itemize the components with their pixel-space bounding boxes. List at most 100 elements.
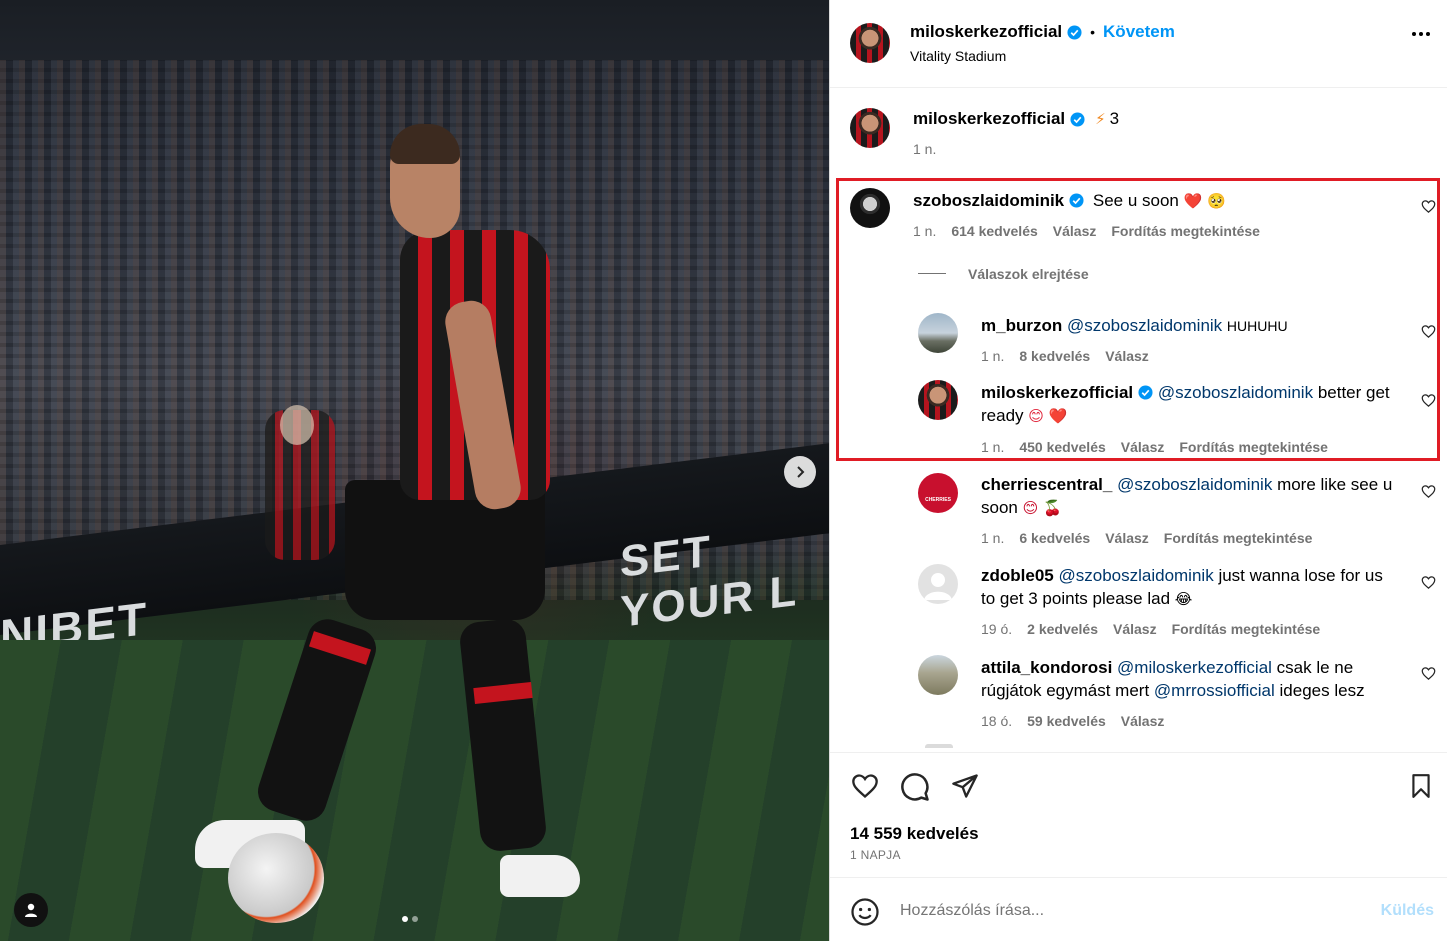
carousel-dot <box>412 916 418 922</box>
comment-avatar[interactable] <box>918 564 958 604</box>
likes-count[interactable]: 14 559 kedvelés <box>850 824 979 844</box>
background-player-head <box>280 405 314 445</box>
follow-status-button[interactable]: Követem <box>1103 22 1175 42</box>
reply-time[interactable]: 1 n. <box>981 439 1004 455</box>
comment-like-heart-icon[interactable] <box>1421 666 1436 681</box>
comment-input[interactable] <box>900 898 1340 924</box>
post-actions: 14 559 kedvelés 1 NAPJA <box>830 752 1447 876</box>
send-icon[interactable] <box>950 772 980 800</box>
post-sidebar: miloskerkezofficial • Követem Vitality S… <box>829 0 1447 941</box>
caption-time: 1 n. <box>913 141 937 157</box>
reply-button[interactable]: Válasz <box>1105 530 1149 546</box>
header-separator: • <box>1090 24 1096 40</box>
next-photo-button[interactable] <box>784 456 816 488</box>
default-avatar-icon <box>924 573 952 600</box>
send-comment-button[interactable]: Küldés <box>1381 902 1434 920</box>
comment-username[interactable]: cherriescentral_ <box>981 475 1112 494</box>
reply-username[interactable]: m_burzon <box>981 316 1062 335</box>
reply-button[interactable]: Válasz <box>1105 348 1149 364</box>
comment-body-line1: csak le ne <box>1276 658 1354 677</box>
next-comment-peek <box>925 744 953 748</box>
comment-username[interactable]: zdoble05 <box>981 566 1054 585</box>
caption-username[interactable]: miloskerkezofficial <box>913 109 1065 129</box>
comment-body-line2-pre: rúgjátok egymást mert <box>981 681 1150 700</box>
comment-meta: 1 n. 6 kedvelés Válasz Fordítás megtekin… <box>981 530 1312 546</box>
comment-avatar[interactable] <box>850 188 890 228</box>
comment-likes[interactable]: 2 kedvelés <box>1027 621 1098 637</box>
carousel-dot-active <box>402 916 408 922</box>
comment-meta: 1 n. 614 kedvelés Válasz Fordítás megtek… <box>913 223 1260 239</box>
comment-username[interactable]: szoboszlaidominik <box>913 191 1064 210</box>
chevron-right-icon <box>797 466 805 478</box>
comment-like-heart-icon[interactable] <box>1421 484 1436 499</box>
reply-button[interactable]: Válasz <box>1113 621 1157 637</box>
reply-avatar[interactable] <box>918 380 958 420</box>
reply-likes[interactable]: 450 kedvelés <box>1019 439 1105 455</box>
tagged-users-button[interactable] <box>14 893 48 927</box>
see-translation-button[interactable]: Fordítás megtekintése <box>1172 621 1321 637</box>
person-icon <box>25 903 37 917</box>
reply-likes[interactable]: 8 kedvelés <box>1019 348 1090 364</box>
more-options-button[interactable] <box>1412 32 1430 36</box>
mention-link[interactable]: @szoboszlaidominik <box>1117 475 1272 494</box>
comment-body-line2-post: ideges lesz <box>1279 681 1365 700</box>
comment-szoboszlai: szoboszlaidominik See u soon ❤️ 🥺 <box>913 189 1226 213</box>
reply-avatar[interactable] <box>918 313 958 353</box>
caption-text: 3 <box>1109 109 1120 128</box>
mention-link[interactable]: @szoboszlaidominik <box>1158 383 1313 402</box>
comment-time[interactable]: 18 ó. <box>981 713 1012 729</box>
author-avatar[interactable] <box>850 23 890 63</box>
smiley-icon[interactable] <box>850 897 880 927</box>
caption-avatar[interactable] <box>850 108 890 148</box>
comment-likes[interactable]: 6 kedvelés <box>1019 530 1090 546</box>
see-translation-button[interactable]: Fordítás megtekintése <box>1179 439 1328 455</box>
see-translation-button[interactable]: Fordítás megtekintése <box>1111 223 1260 239</box>
comment-time[interactable]: 19 ó. <box>981 621 1012 637</box>
bookmark-icon[interactable] <box>1408 772 1434 800</box>
comment-username[interactable]: attila_kondorosi <box>981 658 1112 677</box>
reply-button[interactable]: Válasz <box>1121 713 1165 729</box>
more-dot <box>1419 32 1423 36</box>
reply-button[interactable]: Válasz <box>1053 223 1097 239</box>
mention-link[interactable]: @szoboszlaidominik <box>1058 566 1213 585</box>
player-boot <box>500 855 580 897</box>
post-age[interactable]: 1 NAPJA <box>850 848 901 862</box>
post-location[interactable]: Vitality Stadium <box>910 48 1006 64</box>
hide-replies-line <box>918 273 946 274</box>
comment-icon[interactable] <box>900 772 930 802</box>
comment-body-line2: to get 3 points please lad <box>981 589 1171 608</box>
mention-link[interactable]: @mrrossiofficial <box>1154 681 1275 700</box>
verified-badge-icon <box>1067 24 1082 40</box>
hide-replies-button[interactable]: Válaszok elrejtése <box>968 266 1089 282</box>
verified-badge-icon <box>1138 385 1153 400</box>
reply-miloskerkez: miloskerkezofficial @szoboszlaidominik b… <box>981 381 1401 428</box>
reply-username[interactable]: miloskerkezofficial <box>981 383 1133 402</box>
reply-emoji: 😊 ❤️ <box>1028 407 1068 425</box>
comment-avatar[interactable]: CHERRIES <box>918 473 958 513</box>
comment-time[interactable]: 1 n. <box>913 223 936 239</box>
reply-like-heart-icon[interactable] <box>1421 393 1436 408</box>
comment-avatar[interactable] <box>918 655 958 695</box>
football <box>228 833 324 923</box>
comment-like-heart-icon[interactable] <box>1421 575 1436 590</box>
comment-time[interactable]: 1 n. <box>981 530 1004 546</box>
comment-body-line2: soon <box>981 498 1018 517</box>
reply-time[interactable]: 1 n. <box>981 348 1004 364</box>
mention-link[interactable]: @miloskerkezofficial <box>1117 658 1272 677</box>
mention-link[interactable]: @szoboszlaidominik <box>1067 316 1222 335</box>
instagram-post-modal: NIBET SET YOUR L miloskerkezofficial • K… <box>0 0 1447 941</box>
reply-like-heart-icon[interactable] <box>1421 324 1436 339</box>
author-username[interactable]: miloskerkezofficial <box>910 22 1062 42</box>
reply-body-line1: better get <box>1317 383 1390 402</box>
comment-likes[interactable]: 614 kedvelés <box>951 223 1037 239</box>
post-photo[interactable]: NIBET SET YOUR L <box>0 0 829 941</box>
comment-emoji: 😊 🍒 <box>1022 499 1062 517</box>
see-translation-button[interactable]: Fordítás megtekintése <box>1164 530 1313 546</box>
reply-button[interactable]: Válasz <box>1121 439 1165 455</box>
post-header: miloskerkezofficial • Követem Vitality S… <box>830 0 1447 88</box>
verified-badge-icon <box>1070 111 1085 127</box>
heart-icon[interactable] <box>850 772 880 800</box>
comment-like-heart-icon[interactable] <box>1421 199 1436 214</box>
comment-likes[interactable]: 59 kedvelés <box>1027 713 1106 729</box>
reply-meta: 1 n. 8 kedvelés Válasz <box>981 348 1149 364</box>
